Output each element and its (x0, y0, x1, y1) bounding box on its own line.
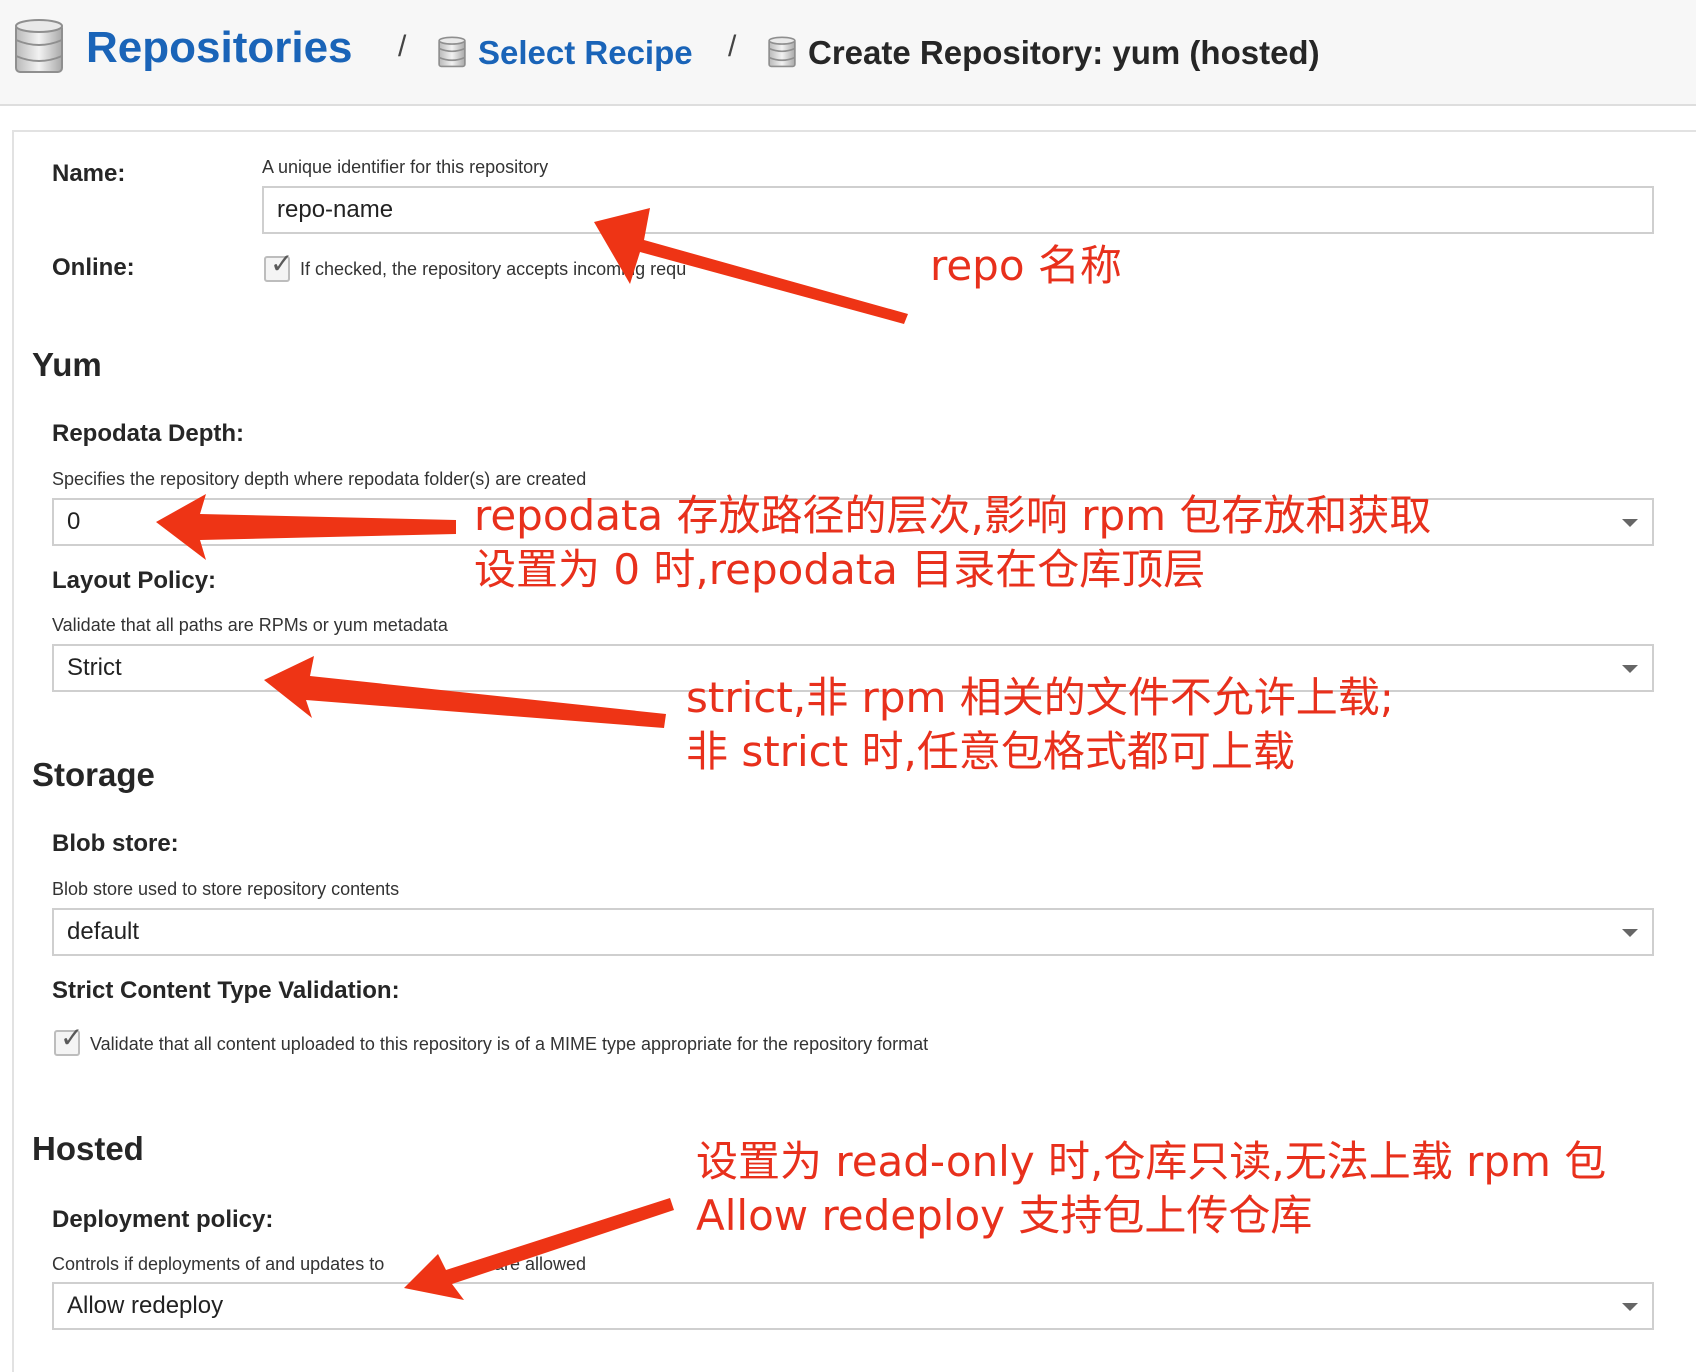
repodata-depth-label: Repodata Depth: (52, 420, 244, 447)
breadcrumb-select-recipe[interactable]: Select Recipe (438, 34, 693, 72)
online-checkbox[interactable]: ✓ (264, 250, 293, 282)
database-icon (438, 36, 466, 68)
annotation-name: repo 名称 (930, 241, 1122, 290)
checkmark-icon: ✓ (270, 248, 294, 279)
annotation-layout-line2: 非 strict 时,任意包格式都可上载 (686, 727, 1295, 776)
section-storage-title: Storage (32, 756, 155, 793)
strict-content-checkbox[interactable]: ✓ (54, 1024, 83, 1056)
strict-content-label: Strict Content Type Validation: (52, 977, 400, 1004)
breadcrumb-root-label[interactable]: Repositories (86, 23, 353, 73)
breadcrumb-separator: / (728, 30, 737, 63)
blob-store-help: Blob store used to store repository cont… (52, 879, 400, 899)
name-label: Name: (52, 160, 126, 187)
deployment-policy-help-left: Controls if deployments of and updates t… (52, 1254, 385, 1274)
page-title: Create Repository: yum (hosted) (808, 34, 1320, 71)
breadcrumb-separator: / (398, 30, 407, 63)
annotation-depth-line1: repodata 存放路径的层次,影响 rpm 包存放和获取 (474, 491, 1432, 540)
dropdown-caret-icon[interactable] (1622, 665, 1638, 673)
database-icon (15, 19, 63, 73)
checkmark-icon: ✓ (60, 1022, 84, 1053)
online-help: If checked, the repository accepts incom… (300, 259, 687, 279)
blob-store-value: default (67, 918, 140, 945)
deployment-policy-help-right: are allowed (494, 1254, 587, 1274)
name-input-value: repo-name (277, 196, 394, 223)
dropdown-caret-icon[interactable] (1622, 929, 1638, 937)
repodata-depth-value: 0 (67, 508, 81, 535)
blob-store-select[interactable]: default (52, 908, 1654, 956)
layout-policy-value: Strict (67, 654, 122, 681)
dropdown-caret-icon[interactable] (1622, 1303, 1638, 1311)
name-input[interactable]: repo-name (262, 186, 1654, 234)
annotation-layout-line1: strict,非 rpm 相关的文件不允许上载; (686, 673, 1394, 722)
breadcrumb-bar: Repositories / Select Recipe / Create Re… (0, 0, 1696, 106)
dropdown-caret-icon[interactable] (1622, 519, 1638, 527)
repodata-depth-help: Specifies the repository depth where rep… (52, 469, 587, 489)
section-hosted-title: Hosted (32, 1130, 144, 1167)
deployment-policy-value: Allow redeploy (67, 1292, 224, 1319)
deployment-policy-select[interactable]: Allow redeploy (52, 1282, 1654, 1330)
strict-content-help: Validate that all content uploaded to th… (90, 1034, 929, 1054)
name-help: A unique identifier for this repository (262, 157, 549, 177)
layout-policy-help: Validate that all paths are RPMs or yum … (52, 615, 448, 635)
breadcrumb-repositories[interactable]: Repositories (14, 18, 353, 78)
annotation-deploy-line1: 设置为 read-only 时,仓库只读,无法上载 rpm 包 (696, 1137, 1607, 1186)
annotation-deploy-line2: Allow redeploy 支持包上传仓库 (696, 1191, 1313, 1240)
blob-store-label: Blob store: (52, 830, 179, 857)
breadcrumb-middle-label[interactable]: Select Recipe (478, 34, 693, 72)
breadcrumb-current: Create Repository: yum (hosted) (768, 34, 1320, 72)
section-yum-title: Yum (32, 346, 102, 383)
database-icon (768, 36, 796, 68)
deployment-policy-label: Deployment policy: (52, 1206, 274, 1233)
layout-policy-label: Layout Policy: (52, 567, 217, 594)
annotation-depth-line2: 设置为 0 时,repodata 目录在仓库顶层 (474, 545, 1206, 594)
online-label: Online: (52, 254, 135, 281)
